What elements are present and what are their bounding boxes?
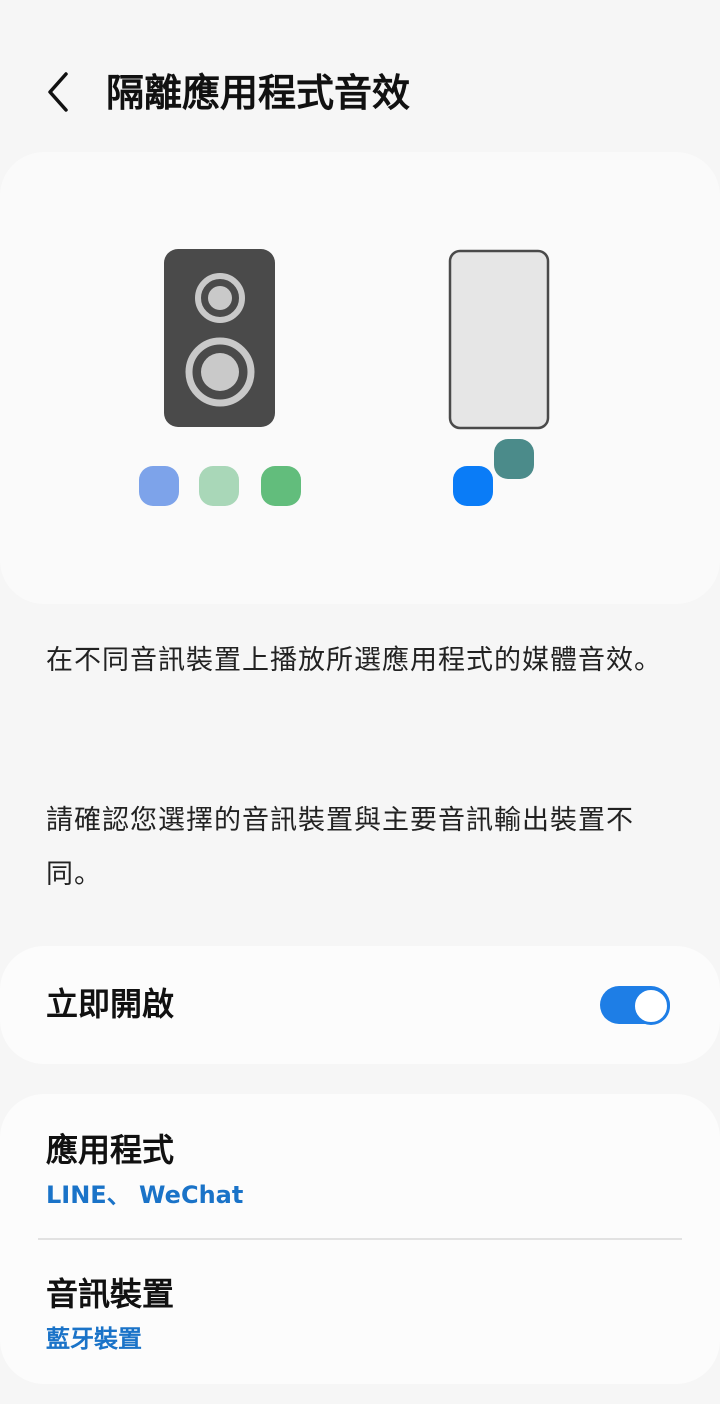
audio-device-title: 音訊裝置 [46,1275,175,1313]
back-button[interactable] [38,66,82,118]
speaker-icon [164,249,275,427]
description-paragraph-2: 請確認您選擇的音訊裝置與主要音訊輸出裝置不同。 [46,805,634,890]
illustration-card [0,152,720,604]
enable-toggle[interactable] [600,984,670,1026]
chevron-left-icon [48,72,68,112]
page-title: 隔離應用程式音效 [106,71,411,115]
toggle-label: 立即開啟 [46,985,175,1023]
app-dot-1 [139,466,179,506]
apps-title: 應用程式 [46,1131,175,1169]
phone-icon [448,249,550,430]
header: 隔離應用程式音效 [0,0,720,150]
app-dots-speaker [139,466,301,506]
illustration [139,249,550,506]
audio-device-value: 藍牙裝置 [46,1325,142,1353]
apps-setting-item[interactable]: 應用程式 LINE、 WeChat [0,1094,720,1234]
phone-app-dot-1 [453,466,493,506]
apps-value: LINE、 WeChat [46,1181,244,1209]
app-dot-3 [261,466,301,506]
toggle-knob [632,987,670,1025]
app-dots-phone [453,439,534,506]
settings-card: 應用程式 LINE、 WeChat 音訊裝置 藍牙裝置 [0,1094,720,1384]
audio-device-setting-item[interactable]: 音訊裝置 藍牙裝置 [0,1240,720,1380]
phone-app-dot-2 [494,439,534,479]
description-paragraph-1: 在不同音訊裝置上播放所選應用程式的媒體音效。 [46,645,662,676]
app-dot-2 [199,466,239,506]
